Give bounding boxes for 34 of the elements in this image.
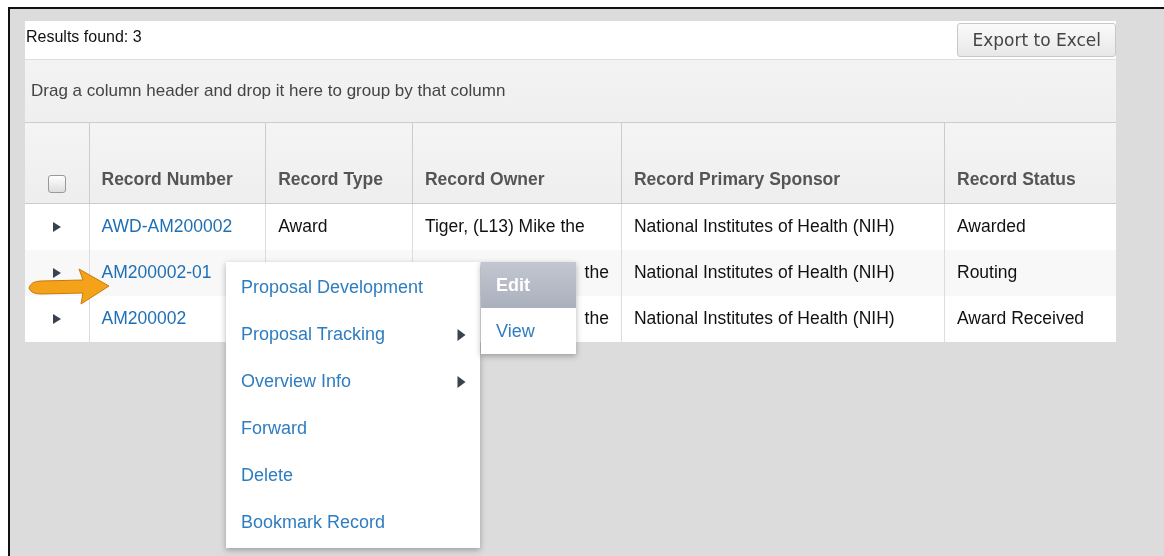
column-header[interactable]: Record Number [89, 123, 266, 203]
table-cell: the [584, 308, 609, 328]
submenu-arrow-icon [457, 328, 466, 341]
table-cell: National Institutes of Health (NIH) [633, 262, 895, 282]
table-cell: Awarded [957, 216, 1026, 236]
table-cell: the [584, 262, 609, 282]
expand-icon[interactable] [52, 314, 61, 325]
table-cell: Award Received [957, 308, 1085, 328]
expand-icon[interactable] [52, 268, 61, 279]
group-hint: Drag a column header and drop it here to group by that column [31, 81, 506, 101]
menu-item[interactable]: View [481, 308, 576, 354]
expand-icon[interactable] [52, 222, 61, 233]
table-cell: Award [278, 216, 328, 236]
submenu-arrow-icon [457, 375, 466, 388]
column-header[interactable]: Record Primary Sponsor [621, 123, 945, 203]
record-link[interactable]: AM200002-01 [101, 262, 212, 282]
column-header[interactable]: Record Status [944, 123, 1116, 203]
table-cell: National Institutes of Health (NIH) [633, 216, 895, 236]
menu-item[interactable]: Proposal Tracking [226, 311, 480, 358]
table-cell: Routing [957, 262, 1018, 282]
menu-item[interactable]: Overview Info [226, 358, 480, 405]
menu-item[interactable]: Delete [226, 452, 480, 499]
record-link[interactable]: AM200002 [101, 308, 187, 328]
menu-item[interactable]: Bookmark Record [226, 499, 480, 546]
table-cell: National Institutes of Health (NIH) [633, 308, 895, 328]
column-header[interactable]: Record Type [265, 123, 413, 203]
menu-item[interactable]: Proposal Development [226, 264, 480, 311]
export-button[interactable]: Export to Excel [957, 23, 1116, 57]
record-link[interactable]: AWD-AM200002 [101, 216, 233, 236]
table-cell: Tiger, (L13) Mike the [424, 216, 585, 236]
results-count: Results found: 3 [25, 27, 142, 46]
select-all-checkbox[interactable] [47, 174, 66, 193]
column-header[interactable]: Record Owner [412, 123, 622, 203]
menu-item[interactable]: Forward [226, 405, 480, 452]
